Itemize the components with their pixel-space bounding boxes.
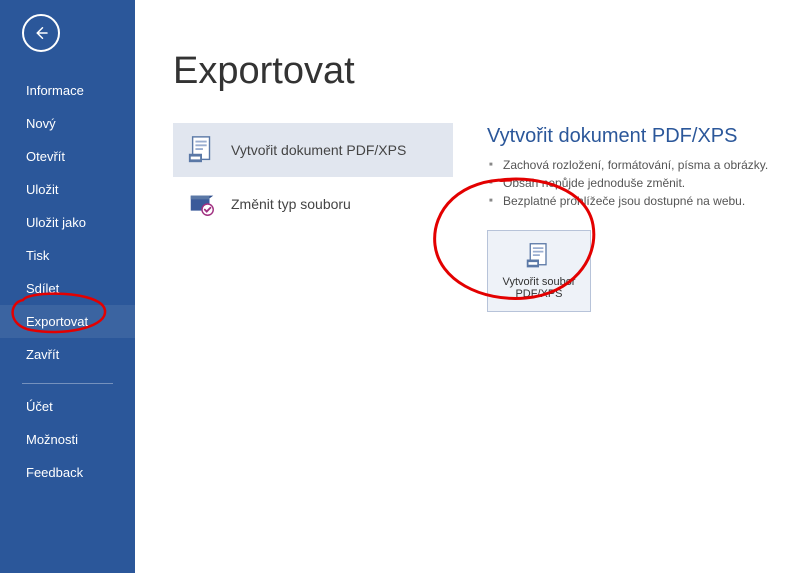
backstage-sidebar: Informace Nový Otevřít Uložit Uložit jak…	[0, 0, 135, 573]
nav-exportovat[interactable]: Exportovat	[0, 305, 135, 338]
export-content-row: Vytvořit dokument PDF/XPS Změnit typ sou…	[173, 123, 791, 312]
create-pdf-xps-button[interactable]: Vytvořit soubor PDF/XPS	[487, 230, 591, 312]
nav-moznosti[interactable]: Možnosti	[0, 423, 135, 456]
arrow-left-icon	[32, 24, 50, 42]
option-change-file-type[interactable]: Změnit typ souboru	[173, 177, 453, 231]
nav-novy[interactable]: Nový	[0, 107, 135, 140]
pdf-page-icon	[525, 242, 553, 270]
nav-ulozit-jako[interactable]: Uložit jako	[0, 206, 135, 239]
details-bullet: Obsah nepůjde jednoduše změnit.	[487, 174, 791, 192]
details-bullet: Bezplatné prohlížeče jsou dostupné na we…	[487, 192, 791, 210]
option-label: Vytvořit dokument PDF/XPS	[231, 142, 406, 158]
details-title: Vytvořit dokument PDF/XPS	[487, 125, 791, 148]
nav-ulozit[interactable]: Uložit	[0, 173, 135, 206]
main-content: Exportovat Vytvořit dokument PDF/XPS	[135, 0, 791, 573]
option-label: Změnit typ souboru	[231, 196, 351, 212]
nav-sdilet[interactable]: Sdílet	[0, 272, 135, 305]
back-button[interactable]	[22, 14, 60, 52]
details-bullets: Zachová rozložení, formátování, písma a …	[487, 156, 791, 210]
change-filetype-icon	[187, 189, 217, 219]
details-bullet: Zachová rozložení, formátování, písma a …	[487, 156, 791, 174]
nav-otevrit[interactable]: Otevřít	[0, 140, 135, 173]
pdf-page-icon	[187, 135, 217, 165]
create-button-label: Vytvořit soubor PDF/XPS	[503, 276, 576, 300]
nav-zavrit[interactable]: Zavřít	[0, 338, 135, 371]
page-title: Exportovat	[173, 50, 791, 93]
export-details-column: Vytvořit dokument PDF/XPS Zachová rozlož…	[487, 123, 791, 312]
export-options-column: Vytvořit dokument PDF/XPS Změnit typ sou…	[173, 123, 453, 312]
option-create-pdf-xps[interactable]: Vytvořit dokument PDF/XPS	[173, 123, 453, 177]
nav-ucet[interactable]: Účet	[0, 390, 135, 423]
nav-tisk[interactable]: Tisk	[0, 239, 135, 272]
nav-informace[interactable]: Informace	[0, 74, 135, 107]
nav-separator	[22, 383, 113, 384]
nav-feedback[interactable]: Feedback	[0, 456, 135, 489]
